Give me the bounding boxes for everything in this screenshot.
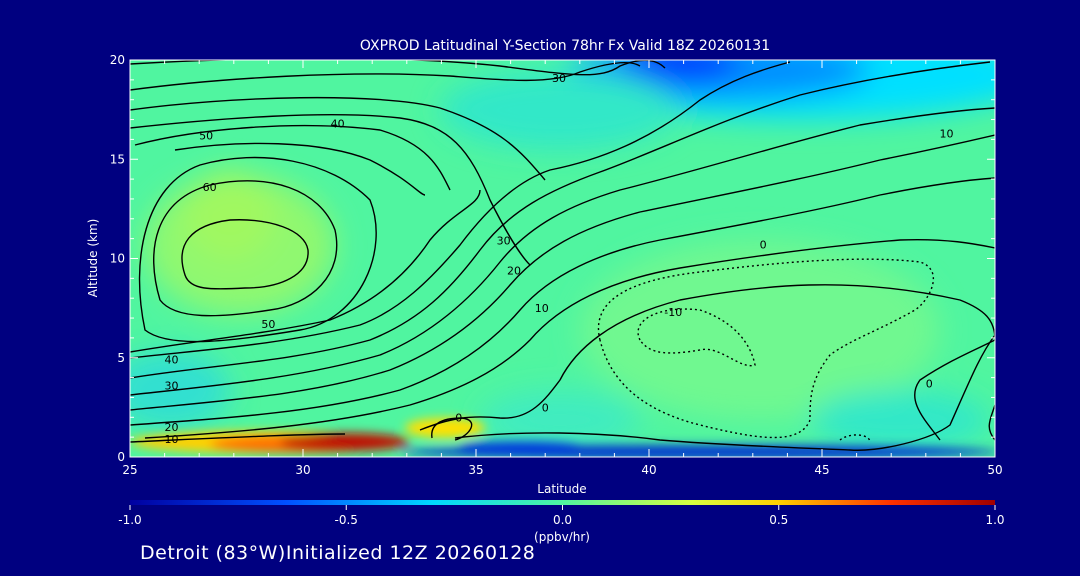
contour-label: 0	[542, 401, 549, 414]
contour-label: 50	[199, 129, 213, 142]
y-tick-label: 0	[117, 450, 125, 464]
contour-label: 60	[203, 181, 217, 194]
x-tick-label: 45	[814, 463, 829, 477]
contour-label: 0	[455, 411, 462, 424]
y-tick-label: 15	[110, 152, 125, 166]
contour-label: 40	[165, 354, 179, 367]
contour-label: 10	[940, 127, 954, 140]
chart-title: OXPROD Latitudinal Y-Section 78hr Fx Val…	[360, 38, 770, 54]
colorbar-tick-label: 1.0	[985, 513, 1004, 527]
color-field	[130, 60, 995, 457]
contour-label: 30	[552, 72, 566, 85]
contour-label: 20	[507, 264, 521, 277]
x-tick-label: 50	[987, 463, 1002, 477]
contour-label: 30	[497, 235, 511, 248]
contour-label: 10	[535, 302, 549, 315]
colorbar-ticks: -1.0 -0.5 0.0 0.5 1.0	[118, 505, 1005, 527]
x-tick-label: 30	[295, 463, 310, 477]
y-tick-label: 10	[110, 252, 125, 266]
y-tick-label: 20	[110, 53, 125, 67]
x-tick-label: 25	[122, 463, 137, 477]
contour-label: 0	[926, 378, 933, 391]
colorbar-tick-label: -1.0	[118, 513, 141, 527]
x-tick-label: 35	[468, 463, 483, 477]
y-tick-label: 5	[117, 351, 125, 365]
colorbar	[130, 500, 995, 505]
footer-info: Detroit (83°W)Initialized 12Z 20260128	[140, 542, 536, 564]
x-axis-label: Latitude	[537, 482, 586, 496]
contour-label: 0	[760, 239, 767, 252]
contour-label: 50	[261, 318, 275, 331]
colorbar-tick-label: 0.5	[769, 513, 788, 527]
x-tick-label: 40	[641, 463, 656, 477]
contour-label: 30	[165, 380, 179, 393]
y-axis-label: Altitude (km)	[86, 219, 100, 298]
contour-chart: OXPROD Latitudinal Y-Section 78hr Fx Val…	[86, 38, 1005, 544]
contour-label: 40	[331, 118, 345, 131]
colorbar-label: (ppbv/hr)	[534, 530, 590, 544]
contour-label: -10	[664, 306, 682, 319]
contour-label: 10	[165, 433, 179, 446]
colorbar-tick-label: -0.5	[335, 513, 358, 527]
colorbar-tick-label: 0.0	[553, 513, 572, 527]
